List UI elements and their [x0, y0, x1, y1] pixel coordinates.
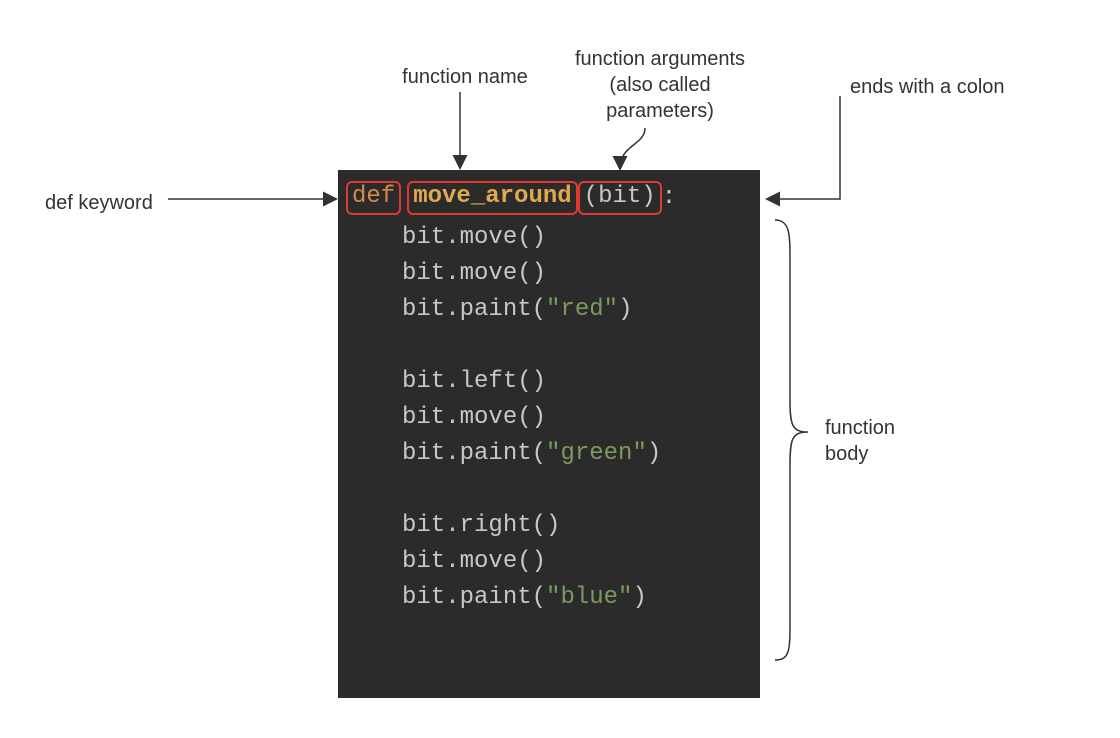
code-line: bit.move() [338, 220, 760, 256]
token-object: bit [402, 586, 445, 610]
label-def-keyword: def keyword [45, 190, 153, 216]
token-paren-close: ) [618, 298, 632, 322]
label-function-name: function name [375, 64, 555, 90]
token-paren-open: ( [532, 442, 546, 466]
brace-function-body [775, 220, 808, 660]
token-paren-open: ( [517, 550, 531, 574]
token-method: move [460, 406, 518, 430]
token-paren-close: ) [532, 406, 546, 430]
code-block: def move_around (bit) : bit.move()bit.mo… [338, 170, 760, 698]
code-line: bit.right() [338, 508, 760, 544]
token-dot: . [445, 370, 459, 394]
token-object: bit [402, 298, 445, 322]
label-args-line2: (also called [609, 74, 710, 96]
token-def: def [352, 183, 395, 210]
code-line [338, 472, 760, 508]
token-method: move [460, 550, 518, 574]
label-body-line2: body [825, 443, 868, 465]
token-paren-open: ( [517, 370, 531, 394]
label-body-line1: function [825, 417, 895, 439]
token-object: bit [402, 406, 445, 430]
token-paren-close: ) [632, 586, 646, 610]
token-method: left [460, 370, 518, 394]
token-colon: : [662, 186, 676, 210]
diagram-stage: def keyword function name function argum… [0, 0, 1120, 738]
token-paren-close: ) [532, 370, 546, 394]
token-object: bit [402, 442, 445, 466]
code-line-def: def move_around (bit) : [338, 170, 760, 220]
token-paren-open: ( [532, 586, 546, 610]
token-paren-close: ) [641, 183, 655, 210]
token-method: paint [460, 298, 532, 322]
arrow-function-arguments [620, 128, 645, 168]
token-object: bit [402, 226, 445, 250]
token-dot: . [445, 442, 459, 466]
token-paren-open: ( [517, 406, 531, 430]
token-method: paint [460, 586, 532, 610]
token-string-arg: "green" [546, 442, 647, 466]
token-string-arg: "blue" [546, 586, 632, 610]
token-dot: . [445, 406, 459, 430]
code-line: bit.paint("red") [338, 292, 760, 328]
function-name-box: move_around [407, 181, 577, 214]
code-line: bit.left() [338, 364, 760, 400]
token-paren-close: ) [532, 262, 546, 286]
code-line [338, 328, 760, 364]
label-function-arguments: function arguments (also called paramete… [555, 46, 765, 124]
token-object: bit [402, 262, 445, 286]
label-ends-with-colon: ends with a colon [850, 74, 1005, 100]
token-arg-name: bit [598, 183, 641, 210]
token-paren-close: ) [532, 226, 546, 250]
token-dot: . [445, 298, 459, 322]
label-function-body: function body [825, 415, 895, 467]
token-dot: . [445, 550, 459, 574]
token-object: bit [402, 514, 445, 538]
token-dot: . [445, 586, 459, 610]
code-line: bit.paint("blue") [338, 580, 760, 616]
label-args-line3: parameters) [606, 100, 714, 122]
code-line: bit.paint("green") [338, 436, 760, 472]
token-method: right [460, 514, 532, 538]
token-string-arg: "red" [546, 298, 618, 322]
token-method: move [460, 262, 518, 286]
token-paren-close: ) [532, 550, 546, 574]
token-dot: . [445, 226, 459, 250]
token-object: bit [402, 370, 445, 394]
token-paren-close: ) [546, 514, 560, 538]
code-body-container: bit.move()bit.move()bit.paint("red") bit… [338, 220, 760, 616]
code-line: bit.move() [338, 256, 760, 292]
token-paren-open: ( [517, 226, 531, 250]
token-dot: . [445, 514, 459, 538]
def-keyword-box: def [346, 181, 401, 214]
token-paren-open: ( [532, 514, 546, 538]
argument-box: (bit) [578, 181, 662, 214]
code-line: bit.move() [338, 544, 760, 580]
arrow-ends-with-colon [768, 96, 840, 199]
token-dot: . [445, 262, 459, 286]
token-paren-open: ( [584, 183, 598, 210]
token-method: paint [460, 442, 532, 466]
token-paren-open: ( [517, 262, 531, 286]
token-paren-close: ) [647, 442, 661, 466]
token-object: bit [402, 550, 445, 574]
token-paren-open: ( [532, 298, 546, 322]
label-args-line1: function arguments [575, 48, 745, 70]
token-function-name: move_around [413, 183, 571, 210]
code-line: bit.move() [338, 400, 760, 436]
token-method: move [460, 226, 518, 250]
